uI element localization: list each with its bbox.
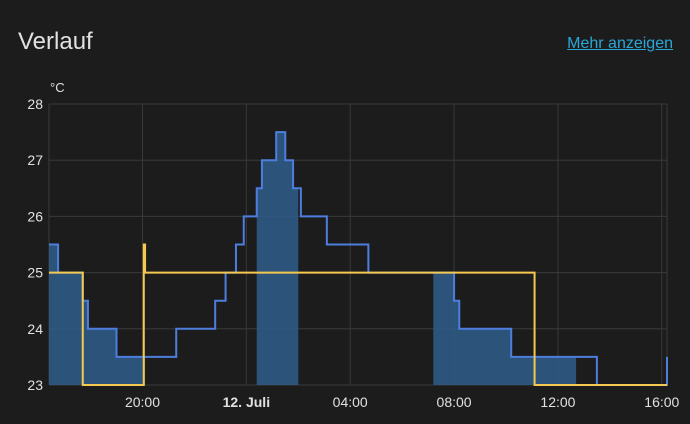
current-temperature-line (49, 131, 668, 386)
heating-fill-area (49, 244, 146, 385)
y-tick-label: 24 (27, 321, 43, 337)
x-axis: 20:00 12. Juli 04:00 08:00 12:00 16:00 (125, 394, 680, 410)
x-tick-label: 08:00 (437, 394, 472, 410)
heating-fill-area (256, 132, 299, 385)
y-tick-label: 27 (27, 152, 43, 168)
heating-fills (49, 132, 577, 385)
x-tick-label: 04:00 (333, 394, 368, 410)
history-chart: °C 23 24 25 26 27 28 20:00 12. Juli 04:00 08:00 1… (27, 80, 680, 410)
history-card: Verlauf Mehr anzeigen °C 23 24 25 26 27 28 20… (0, 0, 690, 424)
x-tick-label: 12:00 (540, 394, 575, 410)
y-tick-label: 26 (27, 208, 43, 224)
y-tick-label: 25 (27, 265, 43, 281)
x-tick-label: 20:00 (125, 394, 160, 410)
y-axis: 23 24 25 26 27 28 (27, 96, 43, 393)
x-tick-label: 16:00 (644, 394, 679, 410)
y-tick-label: 23 (27, 377, 43, 393)
series-lines (49, 131, 668, 386)
y-unit-label: °C (50, 80, 65, 95)
x-tick-label: 12. Juli (223, 394, 270, 410)
y-tick-label: 28 (27, 96, 43, 112)
